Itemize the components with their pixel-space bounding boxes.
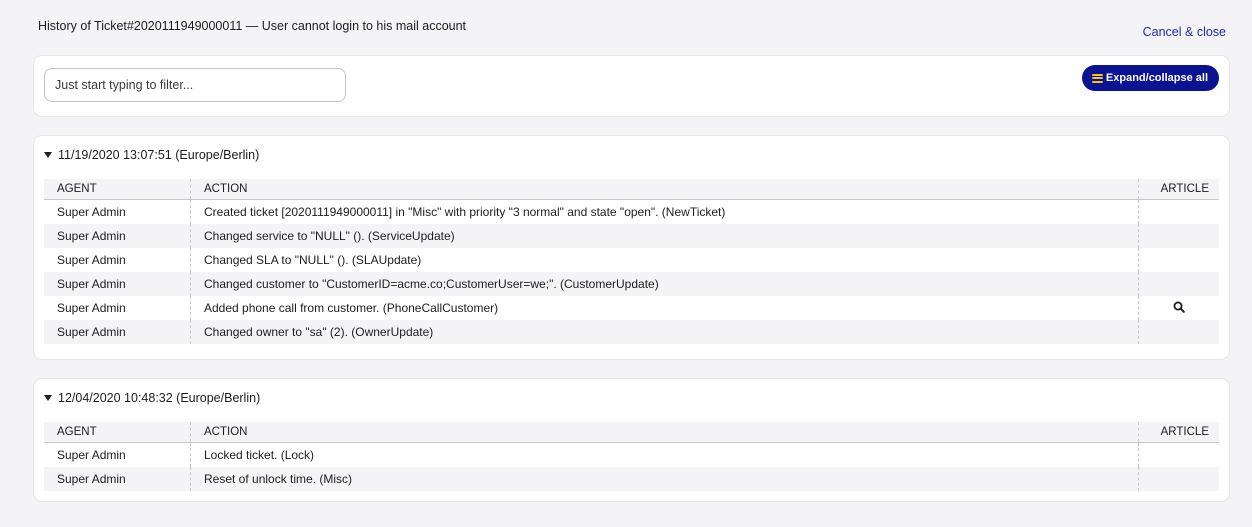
action-cell: Changed customer to "CustomerID=acme.co;… — [190, 272, 1139, 296]
agent-cell: Super Admin — [44, 199, 191, 224]
article-cell — [1138, 224, 1219, 248]
table-row: Super Admin Reset of unlock time. (Misc) — [44, 467, 1219, 491]
article-cell — [1138, 272, 1219, 296]
action-cell: Created ticket [2020111949000011] in "Mi… — [190, 199, 1139, 224]
agent-cell: Super Admin — [44, 442, 191, 467]
table-row: Super Admin Changed customer to "Custome… — [44, 272, 1219, 296]
column-header-article: ARTICLE — [1138, 179, 1219, 200]
filter-input[interactable] — [44, 68, 346, 102]
history-table: AGENT ACTION ARTICLE Super Admin Created… — [44, 179, 1219, 344]
menu-icon — [1091, 73, 1103, 83]
history-group: 11/19/2020 13:07:51 (Europe/Berlin) AGEN… — [34, 136, 1229, 359]
filter-panel: Expand/collapse all — [34, 56, 1229, 116]
action-cell: Changed service to "NULL" (). (ServiceUp… — [190, 224, 1139, 248]
agent-cell: Super Admin — [44, 272, 191, 296]
caret-down-icon — [44, 395, 52, 401]
article-cell — [1139, 200, 1220, 225]
article-cell — [1138, 320, 1219, 344]
column-header-action: ACTION — [190, 179, 1139, 200]
table-row: Super Admin Changed service to "NULL" ()… — [44, 224, 1219, 248]
zoom-icon[interactable] — [1173, 301, 1185, 316]
table-header-row: AGENT ACTION ARTICLE — [44, 179, 1219, 200]
article-cell — [1139, 443, 1220, 468]
table-row: Super Admin Changed owner to "sa" (2). (… — [44, 320, 1219, 344]
cancel-close-link[interactable]: Cancel & close — [1143, 25, 1226, 39]
agent-cell: Super Admin — [44, 248, 191, 272]
article-cell — [1139, 248, 1220, 272]
column-header-agent: AGENT — [44, 179, 191, 200]
table-row: Super Admin Added phone call from custom… — [44, 296, 1219, 320]
page-title: History of Ticket#2020111949000011 — Use… — [38, 19, 467, 33]
action-cell: Changed SLA to "NULL" (). (SLAUpdate) — [190, 248, 1139, 272]
group-toggle[interactable]: 12/04/2020 10:48:32 (Europe/Berlin) — [44, 391, 260, 405]
agent-cell: Super Admin — [44, 296, 191, 320]
column-header-agent: AGENT — [44, 422, 191, 443]
column-header-article: ARTICLE — [1138, 422, 1219, 443]
history-group: 12/04/2020 10:48:32 (Europe/Berlin) AGEN… — [34, 379, 1229, 501]
table-row: Super Admin Changed SLA to "NULL" (). (S… — [44, 248, 1219, 272]
agent-cell: Super Admin — [44, 320, 191, 344]
article-cell — [1139, 296, 1220, 320]
action-cell: Reset of unlock time. (Misc) — [190, 467, 1139, 491]
action-cell: Locked ticket. (Lock) — [190, 442, 1139, 467]
table-row: Super Admin Locked ticket. (Lock) — [44, 442, 1220, 468]
caret-down-icon — [44, 152, 52, 158]
table-header-row: AGENT ACTION ARTICLE — [44, 422, 1219, 443]
article-cell — [1138, 467, 1219, 491]
column-header-action: ACTION — [190, 422, 1139, 443]
expand-collapse-label: Expand/collapse all — [1105, 72, 1208, 84]
group-date: 12/04/2020 10:48:32 (Europe/Berlin) — [58, 391, 261, 405]
action-cell: Added phone call from customer. (PhoneCa… — [190, 296, 1139, 320]
action-cell: Changed owner to "sa" (2). (OwnerUpdate) — [190, 320, 1139, 344]
table-row: Super Admin Created ticket [202011194900… — [44, 199, 1220, 225]
agent-cell: Super Admin — [44, 467, 191, 491]
group-toggle[interactable]: 11/19/2020 13:07:51 (Europe/Berlin) — [44, 148, 259, 162]
expand-collapse-all-button[interactable]: Expand/collapse all — [1081, 65, 1219, 91]
agent-cell: Super Admin — [44, 224, 191, 248]
group-date: 11/19/2020 13:07:51 (Europe/Berlin) — [58, 148, 260, 162]
history-table: AGENT ACTION ARTICLE Super Admin Locked … — [44, 422, 1219, 491]
